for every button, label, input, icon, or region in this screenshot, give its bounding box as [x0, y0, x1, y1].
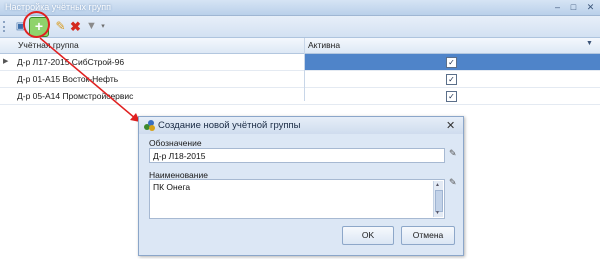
dialog-title-bar: Создание новой учётной группы ✕ — [139, 117, 463, 134]
name-edit-icon[interactable]: ✎ — [449, 177, 457, 188]
dialog-title: Создание новой учётной группы — [158, 120, 301, 131]
dialog-close-icon[interactable]: ✕ — [446, 119, 455, 132]
cancel-button[interactable]: Отмена — [401, 226, 455, 245]
scroll-down-icon[interactable]: ▼ — [435, 210, 440, 216]
name-field[interactable]: ПК Онега ▲ ▼ — [149, 179, 445, 219]
group-icon — [144, 120, 155, 131]
create-group-dialog: Создание новой учётной группы ✕ Обозначе… — [138, 116, 464, 256]
ok-button[interactable]: OK — [342, 226, 394, 245]
name-scrollbar[interactable]: ▲ ▼ — [433, 181, 443, 217]
scroll-up-icon[interactable]: ▲ — [435, 182, 440, 188]
designation-field[interactable]: Д-р Л18-2015 — [149, 148, 445, 163]
designation-label: Обозначение — [149, 138, 202, 148]
scroll-thumb[interactable] — [435, 190, 443, 212]
name-value: ПК Онега — [153, 182, 191, 192]
designation-edit-icon[interactable]: ✎ — [449, 148, 457, 159]
